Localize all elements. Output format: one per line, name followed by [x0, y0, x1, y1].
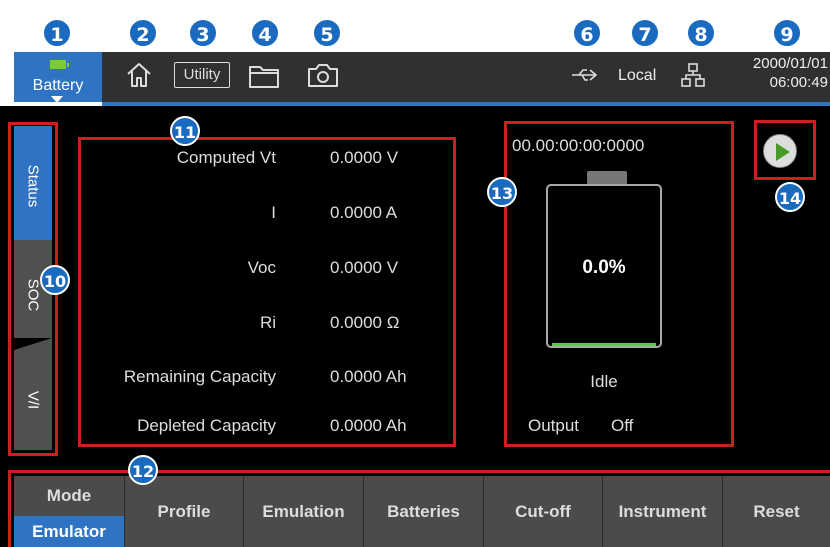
highlight-status-readouts — [78, 137, 456, 447]
callout-3: 3 — [188, 18, 218, 48]
remote-local-status: Local — [618, 67, 657, 84]
callout-9: 9 — [772, 18, 802, 48]
network-icon — [681, 63, 705, 87]
folder-icon[interactable] — [248, 62, 282, 90]
date-time: 2000/01/01 06:00:49 — [728, 54, 830, 92]
battery-tab[interactable]: Battery — [14, 52, 102, 103]
callout-12: 12 — [128, 455, 158, 485]
date-text: 2000/01/01 — [752, 55, 828, 72]
callout-11: 11 — [170, 116, 200, 146]
chevron-down-icon — [51, 96, 63, 103]
callout-4: 4 — [250, 18, 280, 48]
highlight-softkeys — [8, 470, 830, 547]
time-text: 06:00:49 — [769, 74, 828, 91]
camera-icon[interactable] — [306, 60, 340, 90]
highlight-battery-widget — [504, 121, 734, 447]
callout-13: 13 — [487, 177, 517, 207]
home-icon[interactable] — [124, 60, 154, 90]
utility-button[interactable]: Utility — [174, 62, 230, 88]
callout-8: 8 — [686, 18, 716, 48]
callout-14: 14 — [775, 182, 805, 212]
callout-2: 2 — [128, 18, 158, 48]
callout-7: 7 — [630, 18, 660, 48]
callout-10: 10 — [40, 265, 70, 295]
callout-1: 1 — [42, 18, 72, 48]
highlight-run-button — [754, 120, 816, 180]
battery-tab-label: Battery — [32, 77, 84, 94]
usb-icon — [572, 69, 598, 81]
callout-6: 6 — [572, 18, 602, 48]
battery-level-icon — [50, 60, 69, 69]
callout-5: 5 — [312, 18, 342, 48]
